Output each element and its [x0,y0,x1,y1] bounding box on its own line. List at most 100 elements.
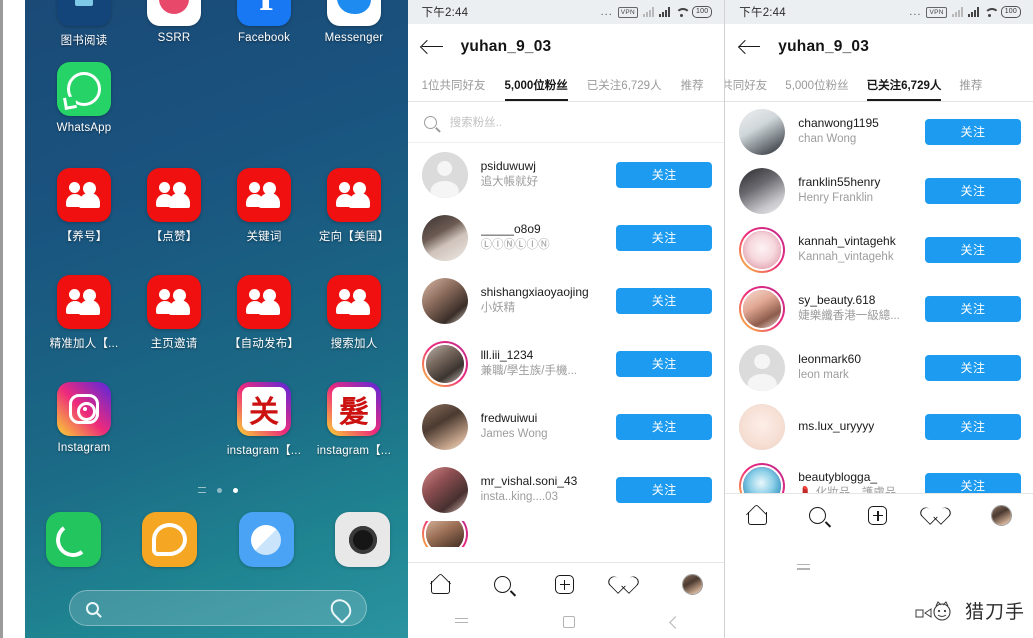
plus-square-icon[interactable] [555,575,575,594]
avatar[interactable] [421,466,468,513]
tab-suggested[interactable]: 推荐 [959,77,982,101]
app-icon-facebook[interactable]: Facebook [219,0,309,48]
app-icon-dingxiang-meiguo[interactable]: 定向【美国】 [309,168,399,244]
user-text: lll.iii_1234 兼職/學生族/手機... [468,348,617,379]
dock-item-camera[interactable] [315,512,412,567]
recents-icon[interactable] [454,617,468,627]
back-chevron-icon[interactable] [669,616,677,628]
list-item[interactable]: leonmark60 leon mark 关注 [725,338,1033,397]
follow-button[interactable]: 关注 [616,161,713,188]
tab-followers[interactable]: 5,000位粉丝 [504,77,569,101]
tab-following[interactable]: 已关注6,729人 [866,77,941,101]
app-icon-instagram-guan[interactable]: 关 instagram【... [219,382,309,458]
home-search-bar[interactable] [69,590,367,626]
list-item[interactable]: lll.iii_1234 兼職/學生族/手機... 关注 [408,332,725,395]
heart-icon[interactable] [929,507,949,525]
app-grid-row-3: 【养号】 【点赞】 关键词 定向【美国】 [25,168,411,244]
dock-item-phone[interactable] [25,512,122,567]
follow-button[interactable]: 关注 [925,177,1021,204]
follow-button[interactable]: 关注 [616,224,713,251]
dock-item-messages[interactable] [122,512,219,567]
back-arrow-icon[interactable] [739,39,761,55]
follow-button[interactable]: 关注 [925,236,1021,263]
recents-icon[interactable] [797,564,811,573]
list-item[interactable]: ms.lux_uryyyy 关注 [725,397,1033,456]
list-item[interactable]: _____o8o9 ⓁⒾⓃⓁⒾⓃ 关注 [408,206,725,269]
app-icon-zidongfabu[interactable]: 【自动发布】 [219,275,309,351]
page-dot-2-active[interactable] [233,487,238,493]
avatar[interactable] [739,285,786,332]
tab-mutual-friends[interactable]: 共同好友 [725,77,767,101]
list-item[interactable]: sy_beauty.618 婕樂纖香港一級總... 关注 [725,279,1033,338]
avatar[interactable] [739,403,786,450]
app-label: 【自动发布】 [228,338,300,350]
app-icon-dianzan[interactable]: 【点赞】 [129,168,219,244]
fullname: James Wong [480,428,548,440]
app-icon-zhuyeyaoqing[interactable]: 主页邀请 [129,275,219,351]
app-icon-ssrr[interactable]: SSRR [129,0,219,48]
status-bar: 下午2:44 ... VPN 100 [407,0,725,24]
avatar[interactable] [421,277,468,324]
avatar[interactable] [739,344,786,391]
list-item[interactable]: psiduwuwj 追大帳就好 关注 [408,143,725,206]
app-icon-whatsapp[interactable]: WhatsApp [39,62,129,134]
back-arrow-icon[interactable] [421,39,443,55]
username: leonmark60 [798,352,861,366]
list-item[interactable]: shishangxiaoyaojing 小妖精 关注 [408,269,725,332]
app-icon-guanjianci[interactable]: 关键词 [219,168,309,244]
avatar[interactable] [421,214,468,261]
list-item[interactable]: kannah_vintagehk Kannah_vintagehk 关注 [725,220,1033,279]
heart-icon[interactable] [618,576,638,594]
search-input[interactable]: 搜索粉丝.. [450,114,502,130]
avatar[interactable] [421,340,468,387]
app-icon-sousuojiaren[interactable]: 搜索加人 [309,275,399,351]
home-icon[interactable] [746,506,767,525]
app-icon-messenger[interactable]: Messenger [309,0,399,48]
list-item[interactable] [408,521,725,547]
home-square-icon[interactable] [562,616,575,628]
users-icon [147,275,201,329]
plus-square-icon[interactable] [868,506,888,525]
tab-mutual-friends[interactable]: 1位共同好友 [422,77,486,101]
follow-button[interactable]: 关注 [616,476,713,503]
avatar[interactable] [421,151,468,198]
list-item[interactable]: mr_vishal.soni_43 insta..king....03 关注 [408,458,725,521]
assistant-icon[interactable] [330,600,350,616]
tab-followers[interactable]: 5,000位粉丝 [785,77,848,101]
profile-avatar-icon[interactable] [681,574,703,595]
signal-icon [967,7,979,17]
list-item[interactable]: fredwuiwui James Wong 关注 [408,395,725,458]
app-icon-yanghao[interactable]: 【养号】 [39,168,129,244]
list-item[interactable]: franklin55henry Henry Franklin 关注 [725,161,1033,220]
avatar[interactable] [739,108,786,155]
follow-button[interactable]: 关注 [925,118,1021,145]
follow-button[interactable]: 关注 [616,413,713,440]
follow-button[interactable]: 关注 [925,354,1021,381]
app-icon-instagram-fa[interactable]: 髮 instagram【... [309,382,399,458]
avatar[interactable] [739,167,786,214]
avatar[interactable] [421,403,468,450]
avatar[interactable] [421,521,468,547]
search-row[interactable]: 搜索粉丝.. [407,102,725,143]
search-icon[interactable] [809,507,827,524]
follow-button[interactable]: 关注 [616,350,713,377]
tab-following[interactable]: 已关注6,729人 [587,77,662,101]
app-icon-jingzhunjiaren[interactable]: 精准加人【... [39,275,129,351]
search-icon[interactable] [494,576,512,593]
follow-button[interactable]: 关注 [616,287,713,314]
tab-suggested[interactable]: 推荐 [681,77,704,101]
app-icon-books[interactable]: 图书阅读 [39,0,129,48]
watermark: 猎刀手 [915,597,1025,624]
whatsapp-icon [57,62,111,116]
username: franklin55henry [798,175,881,189]
profile-avatar-icon[interactable] [991,505,1013,526]
app-icon-instagram[interactable]: Instagram [39,382,129,458]
follow-button[interactable]: 关注 [925,413,1021,440]
follow-button[interactable]: 关注 [925,295,1021,322]
dock-item-browser[interactable] [218,512,315,567]
app-label: 关键词 [246,231,282,243]
list-item[interactable]: chanwong1195 chan Wong 关注 [725,102,1033,161]
home-icon[interactable] [430,575,451,594]
avatar[interactable] [739,226,786,273]
page-dot-1[interactable] [217,487,222,493]
